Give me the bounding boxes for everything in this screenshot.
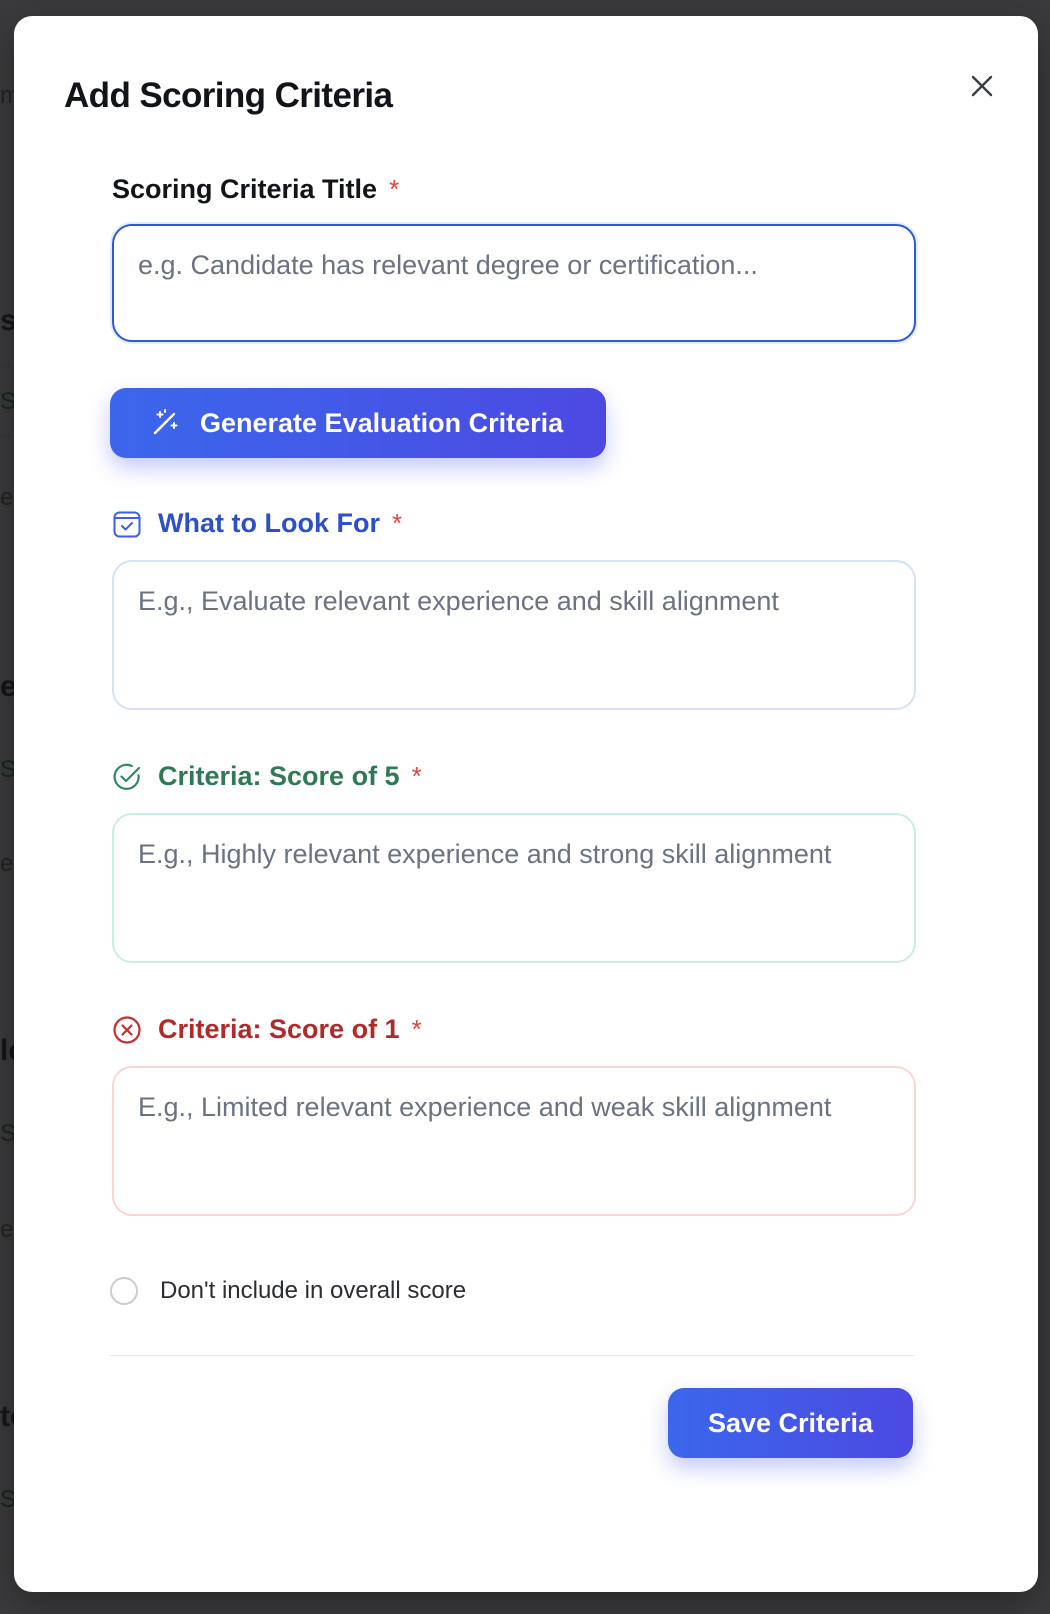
checklist-icon — [112, 509, 142, 539]
title-label: Scoring Criteria Title * — [112, 174, 399, 205]
what-to-look-for-textarea[interactable]: E.g., Evaluate relevant experience and s… — [112, 560, 916, 710]
exclude-from-score-option[interactable]: Don't include in overall score — [110, 1277, 466, 1305]
required-asterisk: * — [411, 1014, 422, 1044]
exclude-checkbox[interactable] — [110, 1277, 138, 1305]
magic-wand-icon — [150, 408, 180, 438]
add-scoring-criteria-modal: Add Scoring Criteria Scoring Criteria Ti… — [14, 16, 1038, 1592]
generate-evaluation-criteria-button[interactable]: Generate Evaluation Criteria — [110, 388, 606, 458]
required-asterisk: * — [411, 761, 422, 791]
score-five-label: Criteria: Score of 5 * — [112, 761, 422, 792]
score-one-label-text: Criteria: Score of 1 — [158, 1014, 400, 1044]
score-five-placeholder: E.g., Highly relevant experience and str… — [138, 839, 832, 869]
close-icon — [971, 75, 993, 97]
close-button[interactable] — [966, 70, 998, 102]
score-one-placeholder: E.g., Limited relevant experience and we… — [138, 1092, 832, 1122]
look-for-label-text: What to Look For — [158, 508, 380, 538]
exclude-checkbox-label: Don't include in overall score — [160, 1277, 467, 1304]
score-of-one-textarea[interactable]: E.g., Limited relevant experience and we… — [112, 1066, 916, 1216]
look-for-placeholder: E.g., Evaluate relevant experience and s… — [138, 586, 779, 616]
title-label-text: Scoring Criteria Title — [112, 174, 378, 204]
save-criteria-button[interactable]: Save Criteria — [668, 1388, 913, 1458]
check-circle-icon — [112, 762, 142, 792]
x-circle-icon — [112, 1015, 142, 1045]
look-for-label: What to Look For * — [112, 508, 402, 539]
title-placeholder: e.g. Candidate has relevant degree or ce… — [138, 250, 758, 280]
save-button-label: Save Criteria — [707, 1407, 874, 1438]
footer-divider — [110, 1355, 914, 1356]
score-five-label-text: Criteria: Score of 5 — [158, 761, 400, 791]
required-asterisk: * — [391, 508, 403, 538]
score-one-label: Criteria: Score of 1 * — [112, 1014, 422, 1045]
generate-button-label: Generate Evaluation Criteria — [200, 407, 564, 438]
modal-title: Add Scoring Criteria — [64, 76, 393, 115]
scoring-criteria-title-input[interactable]: e.g. Candidate has relevant degree or ce… — [112, 224, 916, 342]
required-asterisk: * — [389, 174, 400, 204]
score-of-five-textarea[interactable]: E.g., Highly relevant experience and str… — [112, 813, 916, 963]
